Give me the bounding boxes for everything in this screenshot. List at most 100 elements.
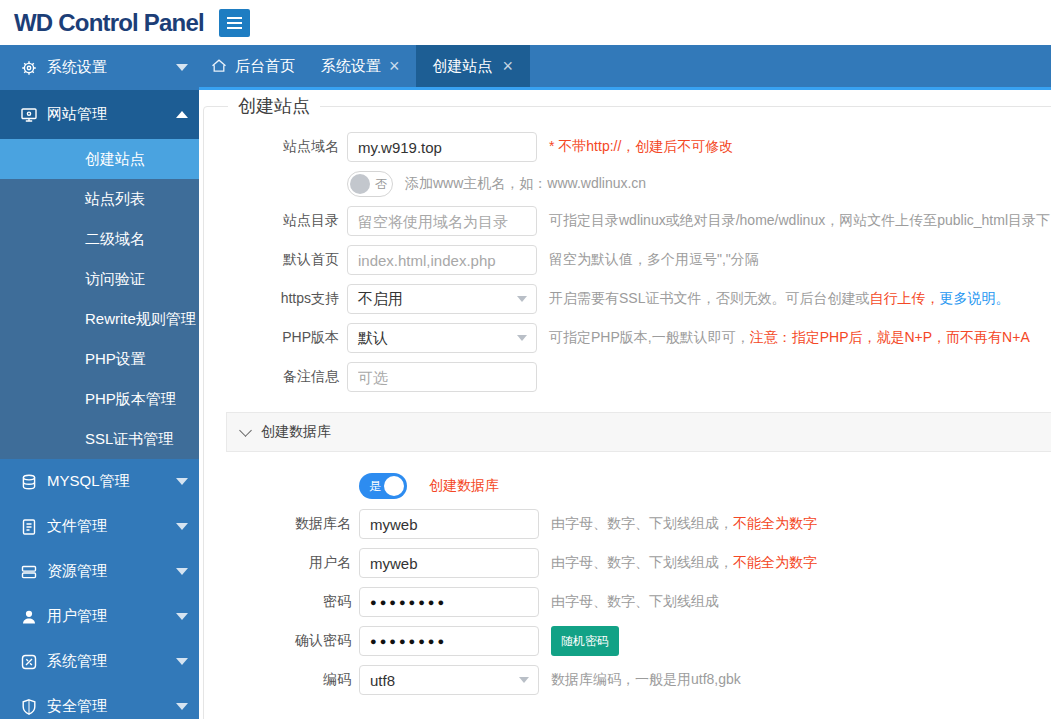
hamburger-icon — [227, 17, 242, 19]
create-db-toggle[interactable]: 是 — [359, 473, 407, 499]
www-host-toggle[interactable]: 否 — [347, 171, 393, 197]
section-title: 创建数据库 — [261, 423, 331, 441]
tab-label: 后台首页 — [235, 57, 295, 76]
monitor-icon — [20, 106, 38, 124]
sidebar-item-label: 系统管理 — [47, 652, 107, 671]
db-name-hint: 由字母、数字、下划线组成，不能全为数字 — [551, 515, 817, 533]
db-password-confirm-label: 确认密码 — [204, 632, 351, 650]
sidebar-item-resources[interactable]: 资源管理 — [0, 549, 199, 594]
toggle-state-label: 是 — [369, 478, 381, 495]
sidebar-subitem-php-settings[interactable]: PHP设置 — [0, 339, 199, 379]
tab-dashboard-home[interactable]: 后台首页 — [199, 45, 305, 87]
https-label: https支持 — [204, 290, 339, 308]
create-database-section-header[interactable]: 创建数据库 — [226, 412, 1051, 452]
gear-icon — [20, 59, 38, 77]
sidebar-item-label: 安全管理 — [47, 697, 107, 716]
toggle-state-label: 否 — [375, 176, 387, 193]
sidebar-subitem-subdomain[interactable]: 二级域名 — [0, 219, 199, 259]
upload-cert-link[interactable]: 自行上传， — [869, 290, 939, 306]
sidebar-subitem-create-site[interactable]: 创建站点 — [0, 139, 199, 179]
site-dir-hint: 可指定目录wdlinux或绝对目录/home/wdlinux，网站文件上传至pu… — [549, 212, 1050, 230]
site-domain-hint: * 不带http://，创建后不可修改 — [549, 138, 733, 156]
sidebar-item-users[interactable]: 用户管理 — [0, 594, 199, 639]
sidebar-subitem-access-auth[interactable]: 访问验证 — [0, 259, 199, 299]
more-info-link[interactable]: 更多说明。 — [939, 290, 1009, 306]
chevron-down-icon — [176, 703, 188, 710]
create-db-toggle-label: 创建数据库 — [429, 477, 499, 495]
default-index-hint: 留空为默认值，多个用逗号","分隔 — [549, 251, 759, 269]
db-password-label: 密码 — [204, 593, 351, 611]
chevron-down-icon — [239, 424, 252, 437]
server-icon — [20, 563, 38, 581]
row-https: https支持 不启用 开启需要有SSL证书文件，否则无效。可后台创建或自行上传… — [204, 284, 1051, 314]
row-db-charset: 编码 utf8 数据库编码，一般是用utf8,gbk — [204, 665, 1051, 695]
sidebar-item-files[interactable]: 文件管理 — [0, 504, 199, 549]
sidebar-subitem-ssl-cert[interactable]: SSL证书管理 — [0, 419, 199, 459]
close-icon[interactable]: × — [389, 57, 400, 75]
file-icon — [20, 518, 38, 536]
php-version-select[interactable]: 默认 — [347, 323, 537, 353]
row-site-domain: 站点域名 * 不带http://，创建后不可修改 — [204, 132, 1051, 162]
sidebar-item-label: 用户管理 — [47, 607, 107, 626]
row-db-password-confirm: 确认密码 随机密码 — [204, 626, 1051, 656]
default-index-input[interactable] — [347, 245, 537, 275]
tab-system-settings[interactable]: 系统设置 × — [305, 45, 416, 87]
chevron-down-icon — [176, 64, 188, 71]
sidebar: 系统设置 网站管理 创建站点 站点列表 二级域名 访问验证 Rewrite规则管… — [0, 45, 199, 719]
site-dir-input[interactable] — [347, 206, 537, 236]
random-password-button[interactable]: 随机密码 — [551, 626, 619, 656]
tab-bar: 后台首页 系统设置 × 创建站点 × — [199, 45, 1051, 90]
chevron-down-icon — [176, 658, 188, 665]
tab-label: 创建站点 — [433, 57, 493, 76]
user-icon — [20, 608, 38, 626]
https-select[interactable]: 不启用 — [347, 284, 537, 314]
tools-icon — [20, 653, 38, 671]
sidebar-item-mysql[interactable]: MYSQL管理 — [0, 459, 199, 504]
close-icon[interactable]: × — [503, 57, 514, 75]
form-title: 创建站点 — [228, 94, 320, 118]
home-icon — [211, 58, 227, 74]
chevron-down-icon — [176, 613, 188, 620]
db-password-input[interactable] — [359, 587, 539, 617]
row-default-index: 默认首页 留空为默认值，多个用逗号","分隔 — [204, 245, 1051, 275]
db-user-input[interactable] — [359, 548, 539, 578]
sidebar-subitem-rewrite-rules[interactable]: Rewrite规则管理 — [0, 299, 199, 339]
sidebar-subitem-site-list[interactable]: 站点列表 — [0, 179, 199, 219]
chevron-up-icon — [176, 111, 188, 118]
site-domain-input[interactable] — [347, 132, 537, 162]
sidebar-item-system-settings[interactable]: 系统设置 — [0, 45, 199, 90]
row-db-password: 密码 由字母、数字、下划线组成 — [204, 587, 1051, 617]
row-db-user: 用户名 由字母、数字、下划线组成，不能全为数字 — [204, 548, 1051, 578]
php-version-hint: 可指定PHP版本,一般默认即可，注意：指定PHP后，就是N+P，而不再有N+A — [549, 329, 1030, 347]
db-charset-select[interactable]: utf8 — [359, 665, 539, 695]
create-site-form: 创建站点 站点域名 * 不带http://，创建后不可修改 否 添加www主机名… — [203, 94, 1051, 719]
db-charset-label: 编码 — [204, 671, 351, 689]
sidebar-item-security[interactable]: 安全管理 — [0, 684, 199, 719]
chevron-down-icon — [176, 568, 188, 575]
row-site-dir: 站点目录 可指定目录wdlinux或绝对目录/home/wdlinux，网站文件… — [204, 206, 1051, 236]
sidebar-subitem-php-version[interactable]: PHP版本管理 — [0, 379, 199, 419]
db-password-confirm-input[interactable] — [359, 626, 539, 656]
sidebar-item-system-admin[interactable]: 系统管理 — [0, 639, 199, 684]
db-charset-value: utf8 — [370, 672, 395, 689]
toggle-knob — [384, 476, 404, 496]
app-logo: WD Control Panel — [14, 9, 204, 37]
sidebar-item-site-management[interactable]: 网站管理 — [0, 90, 199, 139]
sidebar-item-label: 系统设置 — [47, 58, 107, 77]
chevron-down-icon — [176, 523, 188, 530]
www-toggle-hint: 添加www主机名，如：www.wdlinux.cn — [405, 175, 646, 193]
sidebar-item-label: 资源管理 — [47, 562, 107, 581]
row-php-version: PHP版本 默认 可指定PHP版本,一般默认即可，注意：指定PHP后，就是N+P… — [204, 323, 1051, 353]
remark-label: 备注信息 — [204, 368, 339, 386]
db-name-input[interactable] — [359, 509, 539, 539]
tab-create-site[interactable]: 创建站点 × — [416, 45, 531, 87]
https-select-value: 不启用 — [358, 290, 403, 309]
top-header: WD Control Panel — [0, 0, 1051, 45]
remark-input[interactable] — [347, 362, 537, 392]
shield-icon — [20, 698, 38, 716]
db-name-label: 数据库名 — [204, 515, 351, 533]
site-dir-label: 站点目录 — [204, 212, 339, 230]
db-charset-hint: 数据库编码，一般是用utf8,gbk — [551, 671, 741, 689]
hamburger-menu-button[interactable] — [219, 9, 250, 37]
row-remark: 备注信息 — [204, 362, 1051, 392]
